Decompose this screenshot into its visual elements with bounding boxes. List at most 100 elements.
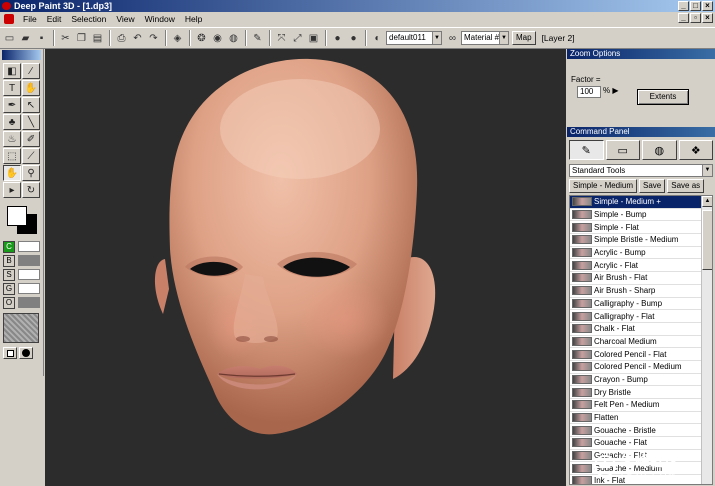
menu-selection[interactable]: Selection: [66, 12, 111, 26]
tool-set-select[interactable]: Standard Tools ▼: [569, 164, 713, 177]
channel-key[interactable]: C: [3, 240, 15, 253]
hand-tool-icon[interactable]: ✋: [22, 80, 40, 96]
material-number-select[interactable]: Material # ▼: [461, 31, 509, 45]
brush-list-item[interactable]: Simple - Flat: [570, 221, 712, 235]
cut-icon[interactable]: ✂: [58, 30, 73, 46]
channel-swatch[interactable]: [18, 269, 40, 280]
transform-icon[interactable]: ⤢: [290, 30, 305, 46]
layer-icon[interactable]: ◈: [170, 30, 185, 46]
menu-view[interactable]: View: [111, 12, 139, 26]
document-icon[interactable]: [4, 14, 14, 24]
brush-list-item[interactable]: Simple - Bump: [570, 209, 712, 222]
object-icon[interactable]: ◉: [210, 30, 225, 46]
brush-list-item[interactable]: Calligraphy - Flat: [570, 310, 712, 323]
channel-key[interactable]: O: [3, 296, 15, 309]
brush-list-item[interactable]: Gouache - Flat: [570, 437, 712, 450]
brush-list-item[interactable]: Simple Bristle - Medium: [570, 234, 712, 247]
channel-key[interactable]: S: [3, 268, 15, 281]
brush-list-scrollbar[interactable]: ▲: [701, 196, 712, 484]
map-button[interactable]: Map: [512, 31, 536, 45]
menu-window[interactable]: Window: [140, 12, 180, 26]
viewport-canvas[interactable]: [45, 49, 566, 486]
channel-row[interactable]: C: [3, 240, 40, 253]
color-swatches[interactable]: [3, 204, 40, 236]
menu-edit[interactable]: Edit: [42, 12, 67, 26]
doc-minimize-button[interactable]: _: [678, 13, 689, 23]
brush-list-item[interactable]: Crayon - Bump: [570, 374, 712, 387]
move-tool-icon[interactable]: ▸: [3, 182, 21, 198]
menu-file[interactable]: File: [18, 12, 42, 26]
material-sphere-icon[interactable]: ◐: [370, 30, 385, 46]
brush-list-item[interactable]: Air Brush - Flat: [570, 272, 712, 285]
pan-tool-icon[interactable]: ✋: [3, 165, 21, 181]
help-bulb-icon[interactable]: ✎: [250, 30, 265, 46]
brush-list-item[interactable]: Calligraphy - Bump: [570, 298, 712, 311]
brush-settings-tab-icon[interactable]: ▭: [605, 140, 640, 160]
channel-key[interactable]: G: [3, 282, 15, 295]
layers-tab-icon[interactable]: ❖: [678, 140, 713, 160]
redo-icon[interactable]: ↷: [146, 30, 161, 46]
stamp-tool-icon[interactable]: ♣: [3, 114, 21, 130]
save-preset-button[interactable]: Save: [639, 179, 666, 193]
brush-list-item[interactable]: Colored Pencil - Flat: [570, 348, 712, 361]
line-tool-icon[interactable]: ╲: [22, 114, 40, 130]
current-preset-button[interactable]: Simple - Medium: [569, 179, 638, 193]
zoom-factor-input[interactable]: 100: [577, 86, 601, 98]
brush-list-item[interactable]: Gouache - Bristle: [570, 424, 712, 438]
save-icon[interactable]: ▪: [34, 30, 49, 46]
pen-tool-icon[interactable]: ✒: [3, 97, 21, 113]
zoom-tool-icon[interactable]: ⚲: [22, 165, 40, 181]
select-arrow-icon[interactable]: ↖: [22, 97, 40, 113]
brush-list[interactable]: Simple - Medium + Simple - Bump Simple - F…: [569, 195, 713, 485]
channel-swatch[interactable]: [18, 297, 40, 308]
channel-swatch[interactable]: [18, 283, 40, 294]
material-preset-select[interactable]: default011 ▼: [386, 31, 442, 45]
material-link-icon[interactable]: ∞: [445, 30, 460, 46]
minimize-button[interactable]: _: [678, 1, 689, 11]
channel-row[interactable]: B: [3, 254, 40, 267]
rotate-tool-icon[interactable]: ↻: [22, 182, 40, 198]
brush-list-item[interactable]: Flatten: [570, 412, 712, 425]
undo-icon[interactable]: ↶: [130, 30, 145, 46]
channel-swatch[interactable]: [18, 255, 40, 266]
sphere-left-icon[interactable]: ●: [330, 30, 345, 46]
materials-tab-icon[interactable]: ◍: [642, 140, 677, 160]
channel-row[interactable]: S: [3, 268, 40, 281]
eraser-tool-icon[interactable]: ◧: [3, 63, 21, 79]
brush-list-item[interactable]: Felt Pen - Medium: [570, 399, 712, 412]
brush-list-item[interactable]: Chalk - Flat: [570, 323, 712, 336]
mode-square-icon[interactable]: [3, 347, 17, 359]
doc-close-button[interactable]: ×: [702, 13, 713, 23]
channel-key[interactable]: B: [3, 254, 15, 267]
channel-row[interactable]: G: [3, 282, 40, 295]
fit-view-icon[interactable]: ⤧: [274, 30, 289, 46]
copy-icon[interactable]: ❐: [74, 30, 89, 46]
frame-icon[interactable]: ▣: [306, 30, 321, 46]
extents-button[interactable]: Extents: [637, 89, 689, 105]
open-folder-icon[interactable]: ▰: [18, 30, 33, 46]
brush-list-item[interactable]: Acrylic - Bump: [570, 247, 712, 260]
brush-list-item[interactable]: Simple - Medium +: [570, 196, 712, 209]
save-as-preset-button[interactable]: Save as: [667, 179, 705, 193]
brush-tool-icon[interactable]: ∕: [22, 63, 40, 79]
camera-icon[interactable]: ◍: [226, 30, 241, 46]
scene-icon[interactable]: ❂: [194, 30, 209, 46]
paste-icon[interactable]: ▤: [90, 30, 105, 46]
scroll-thumb[interactable]: [702, 210, 712, 270]
maximize-button[interactable]: □: [690, 1, 701, 11]
menu-help[interactable]: Help: [180, 12, 207, 26]
paint-tools-tab-icon[interactable]: ✎: [569, 140, 604, 160]
brush-list-item[interactable]: Air Brush - Sharp: [570, 285, 712, 298]
channel-row[interactable]: O: [3, 296, 40, 309]
brush-list-item[interactable]: Acrylic - Flat: [570, 259, 712, 273]
doc-restore-button[interactable]: ▫: [690, 13, 701, 23]
sphere-right-icon[interactable]: ●: [346, 30, 361, 46]
text-tool-icon[interactable]: T: [3, 80, 21, 96]
texture-preview[interactable]: [3, 313, 39, 343]
fill-tool-icon[interactable]: ♨: [3, 131, 21, 147]
new-file-icon[interactable]: ▭: [2, 30, 17, 46]
brush-list-item[interactable]: Colored Pencil - Medium: [570, 361, 712, 374]
foreground-color[interactable]: [7, 206, 27, 226]
eyedropper-icon[interactable]: ✐: [22, 131, 40, 147]
scroll-up-icon[interactable]: ▲: [702, 196, 712, 207]
